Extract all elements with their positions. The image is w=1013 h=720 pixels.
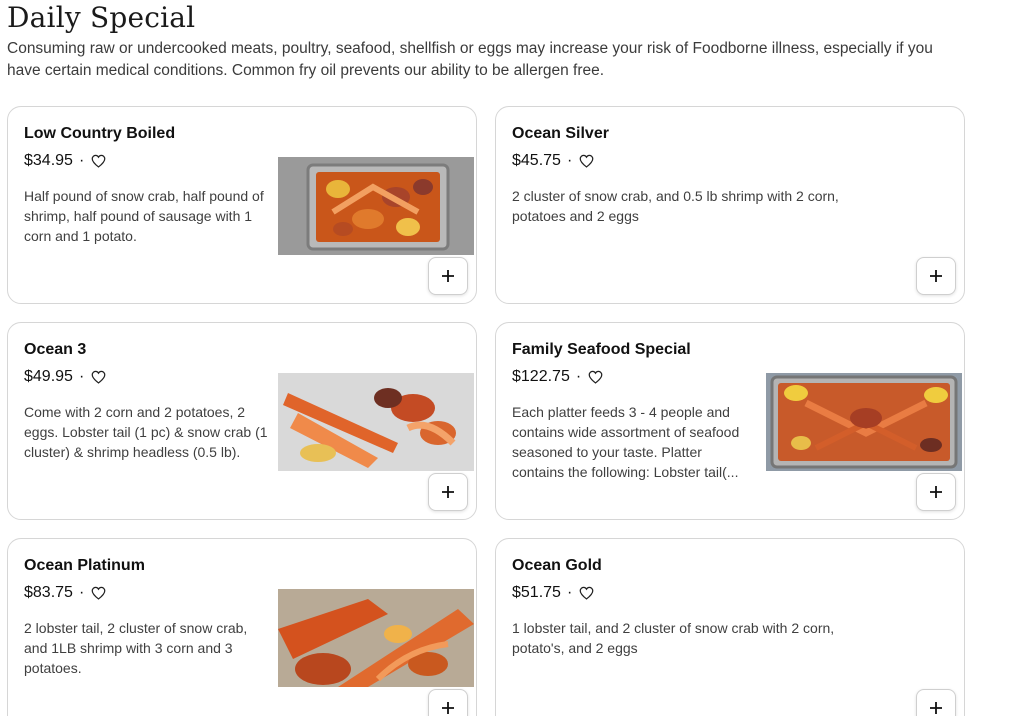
item-name: Ocean 3 xyxy=(24,341,87,358)
add-to-cart-button[interactable] xyxy=(916,473,956,511)
separator-dot: · xyxy=(566,152,573,169)
separator-dot: · xyxy=(566,584,573,601)
plus-icon xyxy=(930,702,942,714)
heart-outline-icon[interactable] xyxy=(579,586,594,600)
item-name: Ocean Platinum xyxy=(24,557,145,574)
viewport-bottom-edge xyxy=(0,716,1013,720)
item-price: $49.95 xyxy=(24,368,73,385)
separator-dot: · xyxy=(575,368,582,385)
item-price-row: $34.95 · xyxy=(24,151,106,171)
item-photo xyxy=(278,373,474,471)
add-to-cart-button[interactable] xyxy=(428,473,468,511)
item-price: $51.75 xyxy=(512,584,561,601)
item-name: Low Country Boiled xyxy=(24,125,176,142)
menu-item-card[interactable]: Ocean Platinum $83.75 · 2 lobster tail, … xyxy=(7,538,477,720)
menu-item-card[interactable]: Ocean Silver $45.75 · 2 cluster of snow … xyxy=(495,106,965,304)
heart-outline-icon[interactable] xyxy=(588,370,603,384)
item-price-row: $45.75 · xyxy=(512,151,594,171)
add-to-cart-button[interactable] xyxy=(428,257,468,295)
menu-item-card[interactable]: Family Seafood Special $122.75 · Each pl… xyxy=(495,322,965,520)
plus-icon xyxy=(442,702,454,714)
separator-dot: · xyxy=(78,368,85,385)
heart-outline-icon[interactable] xyxy=(579,154,594,168)
item-name: Ocean Silver xyxy=(512,125,609,142)
item-photo xyxy=(278,157,474,255)
section-description: Consuming raw or undercooked meats, poul… xyxy=(7,40,933,79)
separator-dot: · xyxy=(78,152,85,169)
menu-item-card[interactable]: Ocean 3 $49.95 · Come with 2 corn and 2 … xyxy=(7,322,477,520)
item-price-row: $83.75 · xyxy=(24,583,106,603)
item-name: Family Seafood Special xyxy=(512,341,691,358)
item-description: Half pound of snow crab, half pound of s… xyxy=(24,188,264,244)
item-name: Ocean Gold xyxy=(512,557,602,574)
heart-outline-icon[interactable] xyxy=(91,586,106,600)
plus-icon xyxy=(442,486,454,498)
menu-item-card[interactable]: Low Country Boiled $34.95 · Half pound o… xyxy=(7,106,477,304)
plus-icon xyxy=(930,486,942,498)
item-description: Come with 2 corn and 2 potatoes, 2 eggs.… xyxy=(24,404,268,460)
item-price-row: $122.75 · xyxy=(512,367,603,387)
plus-icon xyxy=(930,270,942,282)
heart-outline-icon[interactable] xyxy=(91,154,106,168)
item-price: $122.75 xyxy=(512,368,570,385)
menu-item-card[interactable]: Ocean Gold $51.75 · 1 lobster tail, and … xyxy=(495,538,965,720)
item-photo xyxy=(766,373,962,471)
item-photo xyxy=(278,589,474,687)
item-description: 2 cluster of snow crab, and 0.5 lb shrim… xyxy=(512,188,839,224)
section-title: Daily Special xyxy=(7,1,196,34)
item-description: 1 lobster tail, and 2 cluster of snow cr… xyxy=(512,620,835,656)
item-description: 2 lobster tail, 2 cluster of snow crab, … xyxy=(24,620,248,676)
item-description: Each platter feeds 3 - 4 people and cont… xyxy=(512,404,740,480)
item-price: $45.75 xyxy=(512,152,561,169)
item-price: $83.75 xyxy=(24,584,73,601)
add-to-cart-button[interactable] xyxy=(916,257,956,295)
plus-icon xyxy=(442,270,454,282)
item-price: $34.95 xyxy=(24,152,73,169)
heart-outline-icon[interactable] xyxy=(91,370,106,384)
item-price-row: $49.95 · xyxy=(24,367,106,387)
menu-page: Daily Special Consuming raw or undercook… xyxy=(0,0,1013,720)
item-price-row: $51.75 · xyxy=(512,583,594,603)
separator-dot: · xyxy=(78,584,85,601)
